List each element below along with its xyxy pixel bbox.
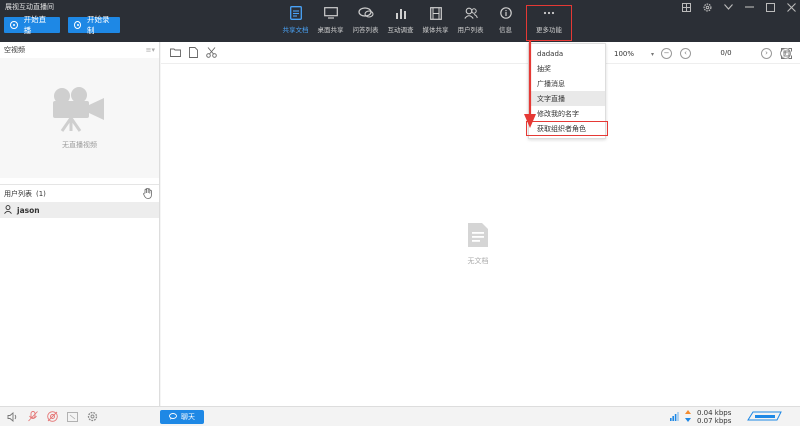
- start-live-button[interactable]: 开始直播: [4, 15, 60, 35]
- chat-bubble-icon: [357, 6, 374, 20]
- no-video-caption: 无直播视频: [62, 141, 97, 149]
- tool-media-share[interactable]: 媒体共享: [418, 6, 453, 40]
- tool-label: 更多功能: [536, 26, 562, 34]
- tool-shared-document[interactable]: 共享文档: [278, 6, 313, 40]
- zoom-out-button[interactable]: −: [661, 47, 672, 59]
- prev-page-button[interactable]: ‹: [680, 47, 691, 59]
- record-dot-icon: [10, 21, 18, 29]
- screen-capture-icon[interactable]: [67, 411, 78, 422]
- no-document-caption: 无文档: [467, 257, 489, 265]
- menu-item-broadcast[interactable]: 广播消息: [529, 76, 605, 91]
- users-icon: [463, 6, 479, 20]
- network-speeds: 0.04 kbps 0.07 kbps: [697, 409, 731, 425]
- bar-chart-icon: [393, 6, 409, 20]
- page-controls: − ‹ 0/0 › +: [661, 47, 791, 59]
- tool-user-list[interactable]: 用户列表: [453, 6, 488, 40]
- info-icon: [498, 6, 514, 20]
- gensee-logo: [747, 410, 783, 424]
- user-count: (1): [36, 189, 46, 198]
- tool-label: 媒体共享: [422, 26, 449, 34]
- signal-strength-icon: [670, 411, 679, 423]
- scissors-icon[interactable]: [205, 47, 217, 59]
- start-record-label: 开始录制: [87, 15, 110, 35]
- user-list-title: 用户列表: [4, 189, 32, 198]
- user-name: jason: [17, 205, 40, 215]
- chat-button[interactable]: 聊天: [160, 410, 204, 424]
- left-panel: 空视频 ≡▾ 无直播视频 用户列表 (1) jason: [0, 42, 160, 406]
- open-folder-icon[interactable]: [169, 47, 181, 59]
- bottom-bar: 聊天 0.04 kbps 0.07 kbps: [0, 406, 800, 426]
- raise-hand-icon[interactable]: [143, 187, 153, 201]
- media-controls: [7, 411, 98, 422]
- chevron-down-icon[interactable]: [723, 2, 733, 12]
- top-bar: 展视互动直播间 开始直播 开始录制 共享文档 桌面共享 问答列表 互动调查 媒体…: [0, 0, 800, 42]
- tool-qa-list[interactable]: 问答列表: [348, 6, 383, 40]
- settings-gear-icon[interactable]: [702, 2, 712, 12]
- main-toolbar: 共享文档 桌面共享 问答列表 互动调查 媒体共享 用户列表 信息 更多功能: [278, 5, 572, 41]
- user-list-header: 用户列表 (1): [0, 184, 159, 202]
- video-camera-icon: [50, 86, 110, 134]
- maximize-icon[interactable]: [765, 2, 775, 12]
- user-icon: [4, 204, 12, 216]
- chevron-down-icon: ▾: [650, 50, 654, 58]
- ellipsis-icon: [541, 6, 557, 20]
- tool-survey[interactable]: 互动调查: [383, 6, 418, 40]
- upload-speed: 0.04 kbps: [697, 409, 732, 417]
- menu-item[interactable]: dadada: [529, 46, 605, 61]
- document-icon: [467, 222, 489, 250]
- annotation-arrow-icon: [524, 40, 536, 128]
- video-panel-header: 空视频 ≡▾: [0, 42, 159, 58]
- zoom-value: 100%: [614, 50, 635, 58]
- menu-item-text-live[interactable]: 文字直播: [529, 91, 605, 106]
- layout-icon[interactable]: [681, 2, 691, 12]
- record-dot-icon: [74, 21, 81, 29]
- chat-label: 聊天: [181, 413, 195, 421]
- video-area: 无直播视频: [0, 58, 159, 178]
- page-indicator: 0/0: [720, 49, 732, 57]
- window-controls: [681, 2, 796, 12]
- start-live-label: 开始直播: [23, 15, 47, 35]
- network-status: 0.04 kbps 0.07 kbps: [670, 409, 783, 425]
- minimize-icon[interactable]: [744, 2, 754, 12]
- new-file-icon[interactable]: [187, 47, 199, 59]
- video-panel-title: 空视频: [4, 46, 25, 54]
- speaker-icon[interactable]: [7, 411, 18, 422]
- microphone-muted-icon[interactable]: [27, 411, 38, 422]
- zoom-select[interactable]: 100% ▾: [614, 48, 654, 60]
- panel-menu-icon[interactable]: ≡▾: [146, 46, 155, 54]
- settings-gear-icon[interactable]: [87, 411, 98, 422]
- empty-document-placeholder: 无文档: [467, 222, 489, 266]
- app-title: 展视互动直播间: [5, 3, 54, 11]
- tool-more-functions[interactable]: 更多功能: [526, 5, 572, 41]
- chat-bubble-icon: [169, 412, 177, 422]
- tool-label: 用户列表: [457, 26, 484, 34]
- list-item[interactable]: jason: [0, 202, 159, 218]
- download-speed: 0.07 kbps: [697, 417, 732, 425]
- tool-label: 信息: [499, 26, 512, 34]
- monitor-icon: [323, 6, 339, 20]
- tool-label: 问答列表: [352, 26, 379, 34]
- tool-label: 共享文档: [282, 26, 309, 34]
- menu-item-lottery[interactable]: 抽奖: [529, 61, 605, 76]
- film-icon: [428, 6, 444, 20]
- document-area: 100% ▾ − ‹ 0/0 › + 无文档: [161, 42, 800, 406]
- menu-item-rename[interactable]: 修改我的名字: [529, 106, 605, 121]
- next-page-button[interactable]: ›: [761, 47, 772, 59]
- up-down-arrows-icon: [685, 410, 691, 424]
- close-icon[interactable]: [786, 2, 796, 12]
- tool-desktop-share[interactable]: 桌面共享: [313, 6, 348, 40]
- document-icon: [288, 6, 304, 20]
- start-record-button[interactable]: 开始录制: [68, 15, 120, 35]
- tool-label: 桌面共享: [317, 26, 344, 34]
- fullscreen-icon[interactable]: [781, 48, 792, 61]
- tool-label: 互动调查: [387, 26, 414, 34]
- camera-muted-icon[interactable]: [47, 411, 58, 422]
- tool-info[interactable]: 信息: [488, 6, 523, 40]
